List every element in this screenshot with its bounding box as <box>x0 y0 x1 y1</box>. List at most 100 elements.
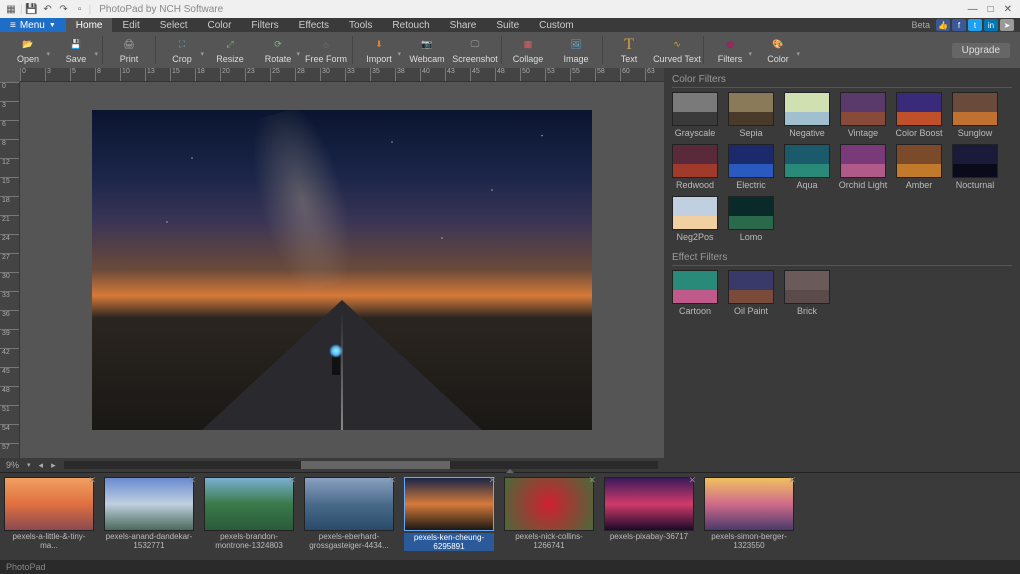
tab-retouch[interactable]: Retouch <box>382 18 439 32</box>
color-filter-aqua[interactable]: Aqua <box>784 144 830 190</box>
open-button[interactable]: 📂Open▾ <box>4 32 52 68</box>
chevron-down-icon[interactable]: ▾ <box>397 50 401 58</box>
twitter-icon[interactable]: t <box>968 19 982 31</box>
thumbnail-item[interactable]: ✕pexels-eberhard-grossgasteiger-4434... <box>304 477 394 556</box>
thumbnail-item[interactable]: ✕pexels-simon-berger-1323550 <box>704 477 794 556</box>
tab-edit[interactable]: Edit <box>112 18 149 32</box>
tab-suite[interactable]: Suite <box>486 18 529 32</box>
filter-label: Lomo <box>740 232 763 242</box>
thumbnail-item[interactable]: ✕pexels-pixabay-36717 <box>604 477 694 556</box>
undo-icon[interactable]: ↶ <box>41 2 55 16</box>
close-thumbnail-icon[interactable]: ✕ <box>488 475 496 486</box>
linkedin-icon[interactable]: in <box>984 19 998 31</box>
filters-button[interactable]: ◍Filters▾ <box>706 32 754 68</box>
new-icon[interactable]: ▫ <box>73 2 87 16</box>
thumbnail-image <box>704 477 794 531</box>
color-filter-orchid-light[interactable]: Orchid Light <box>840 144 886 190</box>
close-thumbnail-icon[interactable]: ✕ <box>88 475 96 486</box>
close-thumbnail-icon[interactable]: ✕ <box>788 475 796 486</box>
chevron-down-icon[interactable]: ▾ <box>796 50 800 58</box>
tab-tools[interactable]: Tools <box>339 18 382 32</box>
color-filter-negative[interactable]: Negative <box>784 92 830 138</box>
print-button[interactable]: 🖨Print <box>105 32 153 68</box>
thumbnail-item[interactable]: ✕pexels-anand-dandekar-1532771 <box>104 477 194 556</box>
color-filter-amber[interactable]: Amber <box>896 144 942 190</box>
rotate-button[interactable]: ⟳Rotate▾ <box>254 32 302 68</box>
collage-button[interactable]: ▦Collage <box>504 32 552 68</box>
minimize-icon[interactable]: — <box>968 4 978 15</box>
redo-icon[interactable]: ↷ <box>57 2 71 16</box>
scrollbar-thumb[interactable] <box>301 461 450 469</box>
effect-filter-brick[interactable]: Brick <box>784 270 830 316</box>
close-thumbnail-icon[interactable]: ✕ <box>288 475 296 486</box>
color-filter-vintage[interactable]: Vintage <box>840 92 886 138</box>
import-button[interactable]: ⬇Import▾ <box>355 32 403 68</box>
chevron-down-icon[interactable]: ▾ <box>94 50 98 58</box>
share-icon[interactable]: ➤ <box>1000 19 1014 31</box>
close-thumbnail-icon[interactable]: ✕ <box>688 475 696 486</box>
effect-filter-cartoon[interactable]: Cartoon <box>672 270 718 316</box>
freeform-button[interactable]: ◌Free Form <box>302 32 350 68</box>
menu-button[interactable]: ≡ Menu ▼ <box>0 18 66 32</box>
color-filter-redwood[interactable]: Redwood <box>672 144 718 190</box>
rotate-icon: ⟳ <box>268 37 288 53</box>
close-icon[interactable]: ✕ <box>1004 4 1012 15</box>
thumbnail-image <box>304 477 394 531</box>
color-filter-nocturnal[interactable]: Nocturnal <box>952 144 998 190</box>
zoom-dropdown-icon[interactable]: ▾ <box>27 461 31 469</box>
tab-home[interactable]: Home <box>66 18 113 32</box>
statusbar: PhotoPad <box>0 560 1020 574</box>
color-filter-electric[interactable]: Electric <box>728 144 774 190</box>
scroll-left-icon[interactable]: ◂ <box>39 460 44 471</box>
color-filter-sepia[interactable]: Sepia <box>728 92 774 138</box>
color-filter-neg2pos[interactable]: Neg2Pos <box>672 196 718 242</box>
save-button[interactable]: 💾Save▾ <box>52 32 100 68</box>
color-button[interactable]: 🎨Color▾ <box>754 32 802 68</box>
tab-effects[interactable]: Effects <box>289 18 339 32</box>
save-icon[interactable]: 💾 <box>25 2 39 16</box>
crop-icon: ⛶ <box>172 37 192 53</box>
image-button[interactable]: 🖼Image <box>552 32 600 68</box>
upgrade-button[interactable]: Upgrade <box>952 43 1010 58</box>
color-filter-lomo[interactable]: Lomo <box>728 196 774 242</box>
canvas-area[interactable] <box>20 82 664 458</box>
filter-label: Aqua <box>796 180 817 190</box>
filter-label: Brick <box>797 306 817 316</box>
text-icon: T <box>619 37 639 53</box>
close-thumbnail-icon[interactable]: ✕ <box>188 475 196 486</box>
thumbnail-item[interactable]: ✕pexels-brandon-montrone-1324803 <box>204 477 294 556</box>
color-filter-grayscale[interactable]: Grayscale <box>672 92 718 138</box>
curvedtext-button[interactable]: ∿Curved Text <box>653 32 701 68</box>
scroll-right-icon[interactable]: ▸ <box>51 460 56 471</box>
facebook-icon[interactable]: f <box>952 19 966 31</box>
webcam-button[interactable]: 📷Webcam <box>403 32 451 68</box>
text-button[interactable]: TText <box>605 32 653 68</box>
filter-label: Amber <box>906 180 933 190</box>
color-filter-sunglow[interactable]: Sunglow <box>952 92 998 138</box>
horizontal-scrollbar[interactable] <box>64 461 658 469</box>
thumbnail-item[interactable]: ✕pexels-nick-collins-1266741 <box>504 477 594 556</box>
effect-filter-oil-paint[interactable]: Oil Paint <box>728 270 774 316</box>
filter-label: Grayscale <box>675 128 716 138</box>
print-icon: 🖨 <box>119 37 139 53</box>
resize-button[interactable]: ⤢Resize <box>206 32 254 68</box>
thumbsup-icon[interactable]: 👍 <box>936 19 950 31</box>
thumbnail-item[interactable]: ✕pexels-a-little-&-tiny-ma... <box>4 477 94 556</box>
maximize-icon[interactable]: □ <box>988 4 994 15</box>
color-filter-color-boost[interactable]: Color Boost <box>896 92 942 138</box>
tab-select[interactable]: Select <box>150 18 198 32</box>
chevron-down-icon[interactable]: ▾ <box>296 50 300 58</box>
crop-button[interactable]: ⛶Crop▾ <box>158 32 206 68</box>
chevron-down-icon[interactable]: ▾ <box>748 50 752 58</box>
tab-custom[interactable]: Custom <box>529 18 583 32</box>
chevron-down-icon[interactable]: ▾ <box>200 50 204 58</box>
tab-share[interactable]: Share <box>440 18 487 32</box>
thumbnail-item[interactable]: ✕pexels-ken-cheung-6295891 <box>404 477 494 556</box>
filter-label: Vintage <box>848 128 878 138</box>
screenshot-button[interactable]: 🖵Screenshot <box>451 32 499 68</box>
close-thumbnail-icon[interactable]: ✕ <box>388 475 396 486</box>
close-thumbnail-icon[interactable]: ✕ <box>588 475 596 486</box>
tab-filters[interactable]: Filters <box>241 18 288 32</box>
chevron-down-icon[interactable]: ▾ <box>46 50 50 58</box>
tab-color[interactable]: Color <box>198 18 242 32</box>
